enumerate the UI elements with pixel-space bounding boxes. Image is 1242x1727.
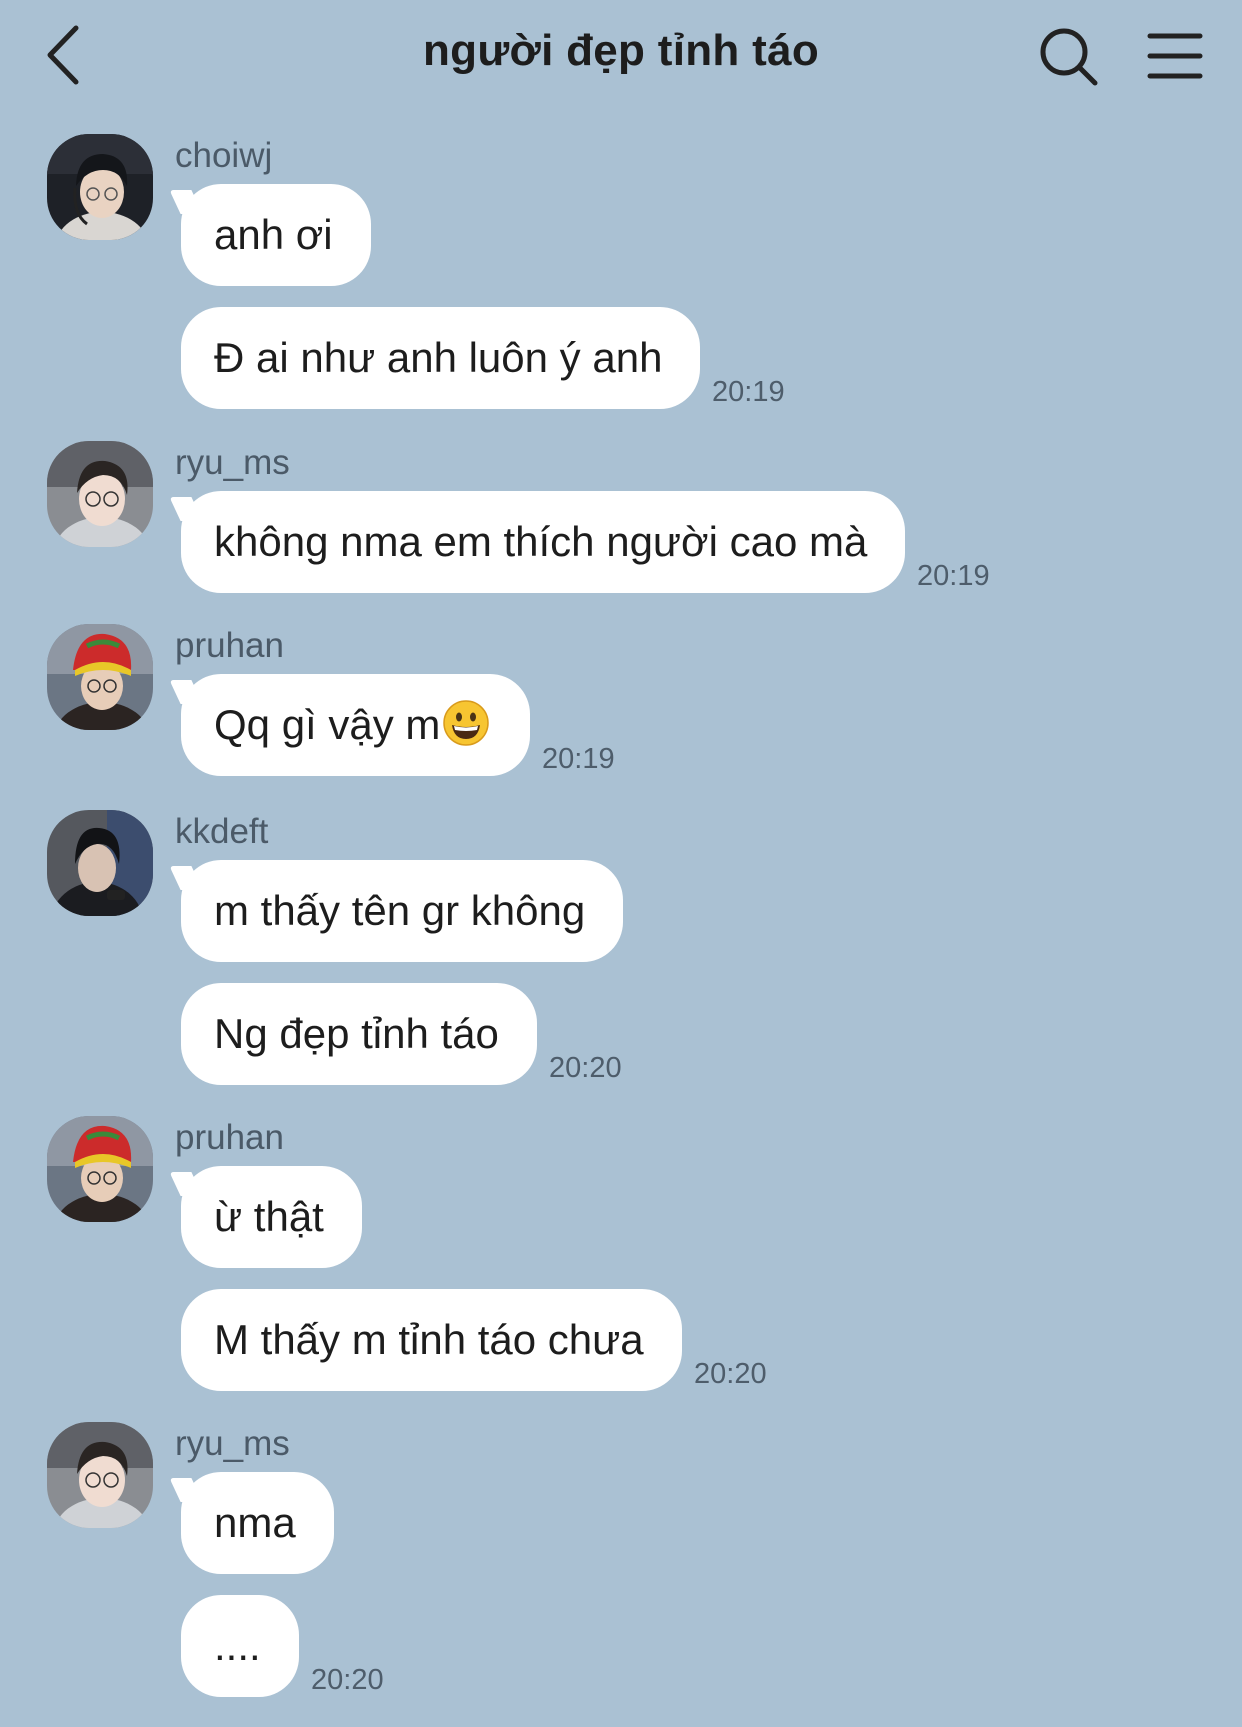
sender-name: pruhan: [175, 626, 284, 665]
message-row: ừ thật: [181, 1166, 401, 1270]
sender-name: ryu_ms: [175, 1424, 290, 1463]
avatar[interactable]: [47, 1422, 153, 1528]
message-time: 20:19: [542, 743, 615, 775]
message-bubble[interactable]: Đ ai như anh luôn ý anh: [181, 307, 701, 409]
avatar[interactable]: [47, 624, 153, 730]
message-bubble[interactable]: không nma em thích người cao mà: [181, 491, 906, 593]
message-row: Ng đẹp tỉnh táo 20:20: [181, 983, 661, 1087]
sender-name: pruhan: [175, 1118, 284, 1157]
message-bubble[interactable]: ....: [181, 1595, 299, 1697]
message-row: nma: [181, 1472, 341, 1576]
message-bubble[interactable]: Qq gì vậy m: [181, 674, 531, 776]
message-text: Qq gì vậy m: [214, 701, 441, 748]
message-bubble[interactable]: anh ơi: [181, 184, 371, 286]
message-row: Qq gì vậy m 20:19: [181, 674, 681, 778]
message-time: 20:20: [694, 1358, 767, 1390]
avatar[interactable]: [47, 810, 153, 916]
message-bubble[interactable]: Ng đẹp tỉnh táo: [181, 983, 537, 1085]
message-bubble[interactable]: nma: [181, 1472, 334, 1574]
avatar[interactable]: [47, 441, 153, 547]
message-row: m thấy tên gr không: [181, 860, 641, 964]
search-button[interactable]: [1036, 24, 1102, 90]
message-time: 20:19: [917, 560, 990, 592]
menu-button[interactable]: [1146, 28, 1206, 84]
sender-name: ryu_ms: [175, 443, 290, 482]
message-row: không nma em thích người cao mà 20:19: [181, 491, 1041, 595]
message-row: M thấy m tỉnh táo chưa 20:20: [181, 1289, 801, 1393]
sender-name: choiwj: [175, 136, 273, 175]
sender-name: kkdeft: [175, 812, 269, 851]
message-bubble[interactable]: ừ thật: [181, 1166, 362, 1268]
message-row: anh ơi: [181, 184, 421, 288]
message-time: 20:19: [712, 376, 785, 408]
message-time: 20:20: [311, 1664, 384, 1696]
hamburger-menu-icon: [1147, 33, 1203, 79]
message-bubble[interactable]: m thấy tên gr không: [181, 860, 624, 962]
chat-header: người đẹp tỉnh táo: [0, 0, 1242, 120]
message-row: Đ ai như anh luôn ý anh 20:19: [181, 307, 801, 411]
message-time: 20:20: [549, 1052, 622, 1084]
grinning-face-emoji: [443, 700, 490, 746]
avatar[interactable]: [47, 1116, 153, 1222]
message-bubble[interactable]: M thấy m tỉnh táo chưa: [181, 1289, 682, 1391]
avatar[interactable]: [47, 134, 153, 240]
search-icon: [1040, 28, 1098, 86]
message-row: .... 20:20: [181, 1595, 461, 1699]
